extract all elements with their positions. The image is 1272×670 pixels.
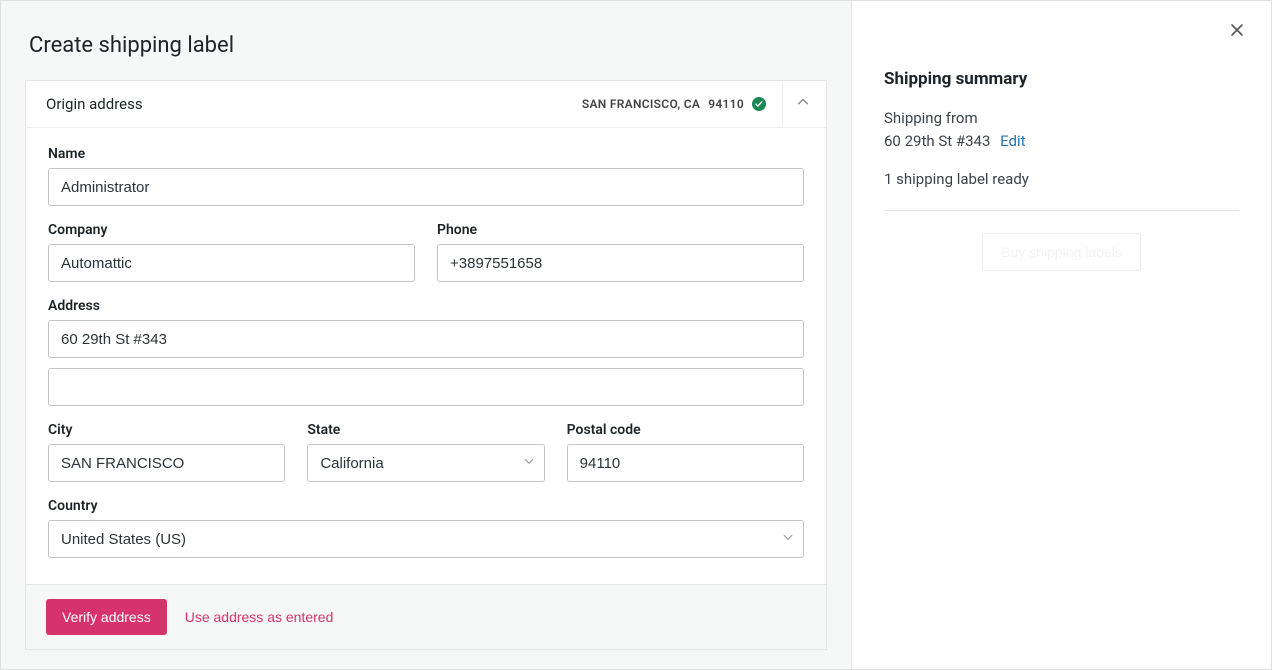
postal-input[interactable] — [567, 444, 804, 482]
state-label: State — [307, 422, 544, 438]
phone-label: Phone — [437, 222, 804, 238]
shipping-from-label: Shipping from — [884, 107, 1239, 130]
address-field: Address — [48, 298, 804, 406]
summary-sidebar: Shipping summary Shipping from 60 29th S… — [851, 1, 1271, 669]
phone-input[interactable] — [437, 244, 804, 282]
origin-card-title: Origin address — [46, 95, 572, 113]
origin-summary-zip: 94110 — [708, 97, 744, 111]
phone-field: Phone — [437, 222, 804, 282]
address-label: Address — [48, 298, 804, 314]
close-icon — [1229, 22, 1245, 41]
company-field: Company — [48, 222, 415, 282]
name-input[interactable] — [48, 168, 804, 206]
summary-divider — [884, 210, 1239, 211]
name-field: Name — [48, 146, 804, 206]
origin-card-header: Origin address SAN FRANCISCO, CA 94110 — [26, 81, 826, 128]
edit-address-link[interactable]: Edit — [1000, 132, 1025, 150]
origin-summary-city: SAN FRANCISCO, CA — [582, 97, 700, 111]
buy-shipping-labels-button[interactable]: Buy shipping labels — [982, 233, 1141, 271]
origin-card-body: Name Company Phone Ad — [26, 128, 826, 584]
check-circle-icon — [752, 97, 766, 111]
city-field: City — [48, 422, 285, 482]
summary-heading: Shipping summary — [884, 69, 1239, 89]
labels-ready-text: 1 shipping label ready — [884, 170, 1239, 188]
origin-card-summary: SAN FRANCISCO, CA 94110 — [582, 97, 766, 111]
city-input[interactable] — [48, 444, 285, 482]
address2-input[interactable] — [48, 368, 804, 406]
state-select[interactable]: California — [307, 444, 544, 482]
country-field: Country United States (US) — [48, 498, 804, 558]
verify-address-button[interactable]: Verify address — [46, 599, 167, 635]
origin-card-footer: Verify address Use address as entered — [25, 585, 827, 650]
country-label: Country — [48, 498, 804, 514]
company-input[interactable] — [48, 244, 415, 282]
collapse-toggle[interactable] — [782, 84, 822, 124]
postal-label: Postal code — [567, 422, 804, 438]
country-select[interactable]: United States (US) — [48, 520, 804, 558]
use-as-entered-link[interactable]: Use address as entered — [185, 609, 334, 625]
postal-field: Postal code — [567, 422, 804, 482]
origin-address-card: Origin address SAN FRANCISCO, CA 94110 — [25, 80, 827, 585]
city-label: City — [48, 422, 285, 438]
address-input[interactable] — [48, 320, 804, 358]
shipping-from-address: 60 29th St #343 — [884, 132, 990, 150]
close-button[interactable] — [1225, 19, 1249, 43]
main-panel: Create shipping label Origin address SAN… — [1, 1, 851, 669]
shipping-from-block: Shipping from 60 29th St #343 Edit — [884, 107, 1239, 152]
page-title: Create shipping label — [1, 25, 851, 80]
state-field: State California — [307, 422, 544, 482]
name-label: Name — [48, 146, 804, 162]
company-label: Company — [48, 222, 415, 238]
chevron-up-icon — [796, 95, 810, 113]
shipping-label-modal: Create shipping label Origin address SAN… — [0, 0, 1272, 670]
